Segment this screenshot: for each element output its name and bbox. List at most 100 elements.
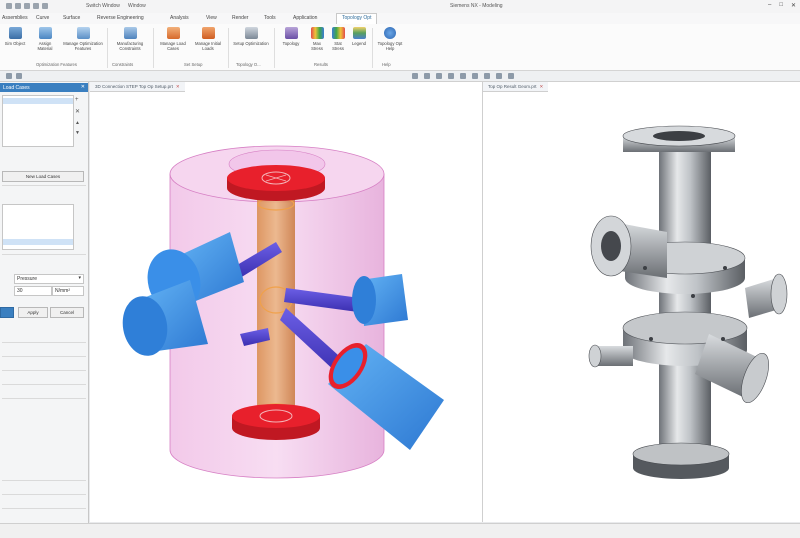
ok-button[interactable] [0, 307, 14, 318]
divider [2, 480, 86, 481]
panel-header: Load Cases ✕ [0, 83, 88, 92]
dropdown-value: Pressure [17, 276, 38, 282]
view-icon[interactable] [472, 73, 478, 79]
tab-view[interactable]: View [206, 15, 217, 21]
gear-icon [123, 27, 137, 39]
window-controls: – □ ✕ [768, 2, 796, 9]
minimize-icon[interactable]: – [768, 2, 771, 9]
window-title: Siemens NX - Modeling [450, 3, 503, 9]
cancel-button[interactable]: Cancel [50, 307, 84, 318]
divider [107, 28, 108, 68]
filter-icon[interactable] [16, 73, 22, 79]
load-type-dropdown[interactable]: Pressure ▾ [14, 274, 84, 284]
quick-access-toolbar [6, 3, 48, 9]
menu-icon[interactable] [6, 73, 12, 79]
divider [2, 342, 86, 343]
render-style-icon[interactable] [484, 73, 490, 79]
fixed-face-bottom[interactable] [232, 404, 320, 440]
legend-label: Legend [352, 41, 366, 46]
max-stress-label: Max Stress [311, 41, 323, 51]
tab-application[interactable]: Application [293, 15, 317, 21]
snap-icon[interactable] [436, 73, 442, 79]
list-item-selected[interactable] [3, 98, 73, 104]
window-dropdown[interactable]: Window [128, 3, 146, 9]
topology-label: Topology [282, 41, 300, 46]
tab-render[interactable]: Render [232, 15, 248, 21]
unit-value: N/mm² [55, 288, 70, 294]
magnitude-field[interactable]: 30 [14, 286, 52, 296]
apply-button[interactable]: Apply [18, 307, 48, 318]
manufacturing-constraints-label: Manufacturing Constraints [116, 41, 144, 51]
snap-icon[interactable] [424, 73, 430, 79]
sim-object-label: Sim Object [4, 41, 26, 46]
legend-button[interactable]: Legend [350, 27, 368, 46]
graphics-window-result[interactable]: Top Op Result Geom.prt ✕ [483, 82, 800, 522]
snap-icon[interactable] [412, 73, 418, 79]
fixed-face-top[interactable] [227, 165, 325, 201]
add-icon[interactable]: + [75, 97, 79, 103]
move-up-icon[interactable]: ▲ [75, 120, 80, 126]
stat-stress-button[interactable]: Stat Stress [328, 27, 348, 51]
panel-title: Load Cases [3, 85, 30, 91]
move-down-icon[interactable]: ▼ [75, 130, 80, 136]
setup-model-view[interactable] [90, 82, 482, 522]
tool-icon [244, 27, 258, 39]
settings-doc-icon [76, 27, 90, 39]
pipe-right[interactable] [352, 274, 408, 326]
group-topology: Topology O... [236, 62, 261, 67]
setup-optimization-button[interactable]: Setup Optimization [232, 27, 270, 46]
divider [2, 398, 86, 399]
view-icon[interactable] [460, 73, 466, 79]
graphics-window-setup[interactable]: 3D Connection STEP Top Op Setup.prt ✕ [90, 82, 483, 522]
title-bar: Switch Window Window Siemens NX - Modeli… [0, 0, 800, 14]
topology-opt-help-button[interactable]: Topology Opt Help [376, 27, 404, 51]
divider [153, 28, 154, 68]
divider [2, 494, 86, 495]
tab-tools[interactable]: Tools [264, 15, 276, 21]
tab-curve[interactable]: Curve [36, 15, 49, 21]
manage-optimization-features-label: Manage Optimization Features [63, 41, 103, 51]
switch-window-button[interactable]: Switch Window [86, 3, 120, 9]
list-item-selected[interactable] [3, 239, 73, 245]
layer-icon[interactable] [508, 73, 514, 79]
setup-optimization-label: Setup Optimization [233, 41, 269, 46]
save-icon[interactable] [6, 3, 12, 9]
delete-icon[interactable]: ✕ [75, 108, 80, 115]
load-case-list[interactable] [2, 95, 74, 147]
max-stress-button[interactable]: Max Stress [308, 27, 326, 51]
manage-optimization-features-button[interactable]: Manage Optimization Features [62, 27, 104, 51]
close-icon[interactable]: ✕ [791, 2, 796, 9]
close-icon[interactable]: ✕ [81, 84, 85, 90]
new-load-cases-button[interactable]: New Load Cases [2, 171, 84, 182]
sim-object-button[interactable]: Sim Object [2, 27, 28, 46]
divider [2, 185, 86, 186]
manage-load-cases-button[interactable]: Manage Load Cases [156, 27, 190, 51]
redo-icon[interactable] [24, 3, 30, 9]
undo-icon[interactable] [15, 3, 21, 9]
assign-material-button[interactable]: Assign Material [32, 27, 58, 51]
tab-analysis[interactable]: Analysis [170, 15, 189, 21]
cut-icon[interactable] [33, 3, 39, 9]
manage-initial-loads-button[interactable]: Manage Initial Loads [192, 27, 224, 51]
divider [228, 28, 229, 68]
render-style-icon[interactable] [496, 73, 502, 79]
group-help: Help [382, 62, 391, 67]
unit-dropdown[interactable]: N/mm² [52, 286, 84, 296]
tab-reverse-engineering[interactable]: Reverse Engineering [97, 15, 144, 21]
arrows-icon [201, 27, 215, 39]
topology-icon [284, 27, 298, 39]
divider [2, 356, 86, 357]
copy-icon[interactable] [42, 3, 48, 9]
snap-icon[interactable] [448, 73, 454, 79]
result-model-view[interactable] [483, 82, 800, 522]
load-list[interactable] [2, 204, 74, 250]
status-bar [0, 523, 800, 538]
tab-surface[interactable]: Surface [63, 15, 80, 21]
tab-assemblies[interactable]: Assemblies [2, 15, 28, 21]
assign-material-label: Assign Material [37, 41, 53, 51]
maximize-icon[interactable]: □ [779, 2, 783, 9]
topology-button[interactable]: Topology [277, 27, 305, 46]
manufacturing-constraints-button[interactable]: Manufacturing Constraints [110, 27, 150, 51]
result-pipe-assembly[interactable] [588, 125, 788, 479]
selection-toolbar [0, 71, 800, 82]
